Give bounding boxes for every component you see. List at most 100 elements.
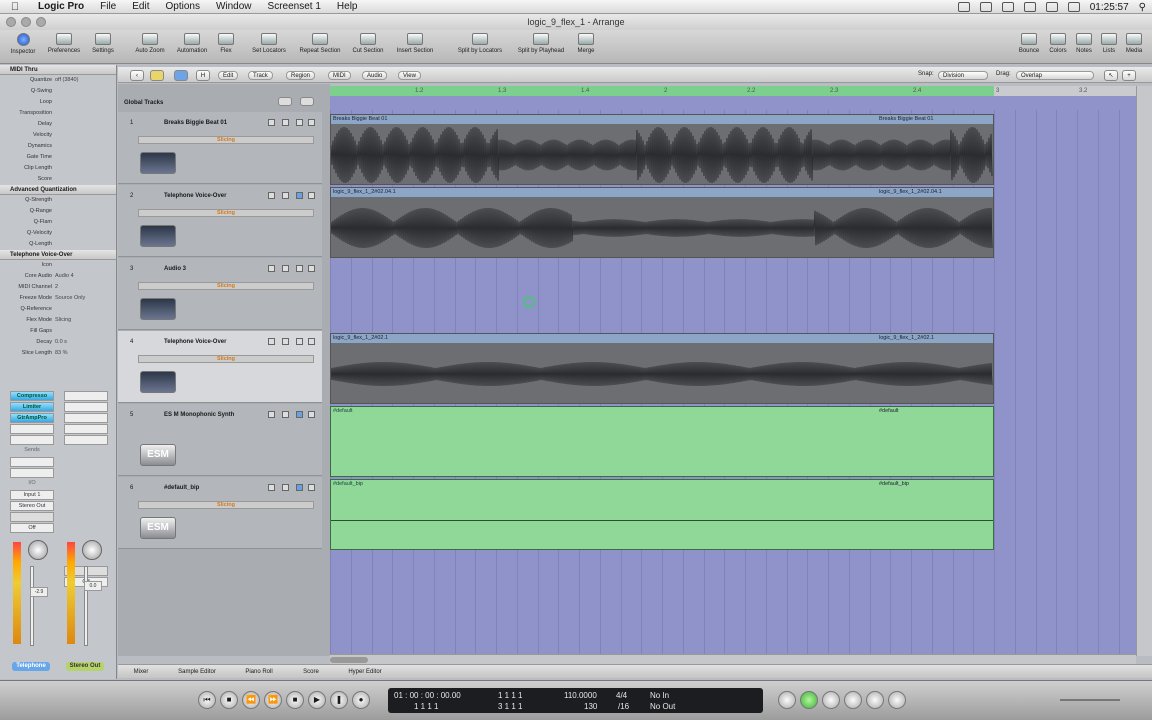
track-name[interactable]: Breaks Biggie Beat 01 [164, 120, 227, 126]
zoom-icon[interactable] [36, 17, 46, 27]
params2-row[interactable]: Q-Range [0, 206, 116, 217]
merge-button[interactable]: Merge [574, 33, 598, 54]
param-value[interactable]: Audio 4 [55, 271, 116, 282]
tab-hyper-editor[interactable]: Hyper Editor [334, 665, 396, 678]
menu-options[interactable]: Options [157, 0, 207, 14]
track-menu-button[interactable] [308, 411, 315, 418]
record-enable-button[interactable] [296, 411, 303, 418]
tab-piano-roll[interactable]: Piano Roll [230, 665, 288, 678]
stop-icon[interactable]: ■ [286, 691, 304, 709]
inspector-header-adv-quant[interactable]: Advanced Quantization [0, 185, 116, 195]
params3-row[interactable]: Icon [0, 260, 116, 271]
param-value[interactable] [55, 326, 116, 337]
mute-button[interactable] [268, 338, 275, 345]
menu-file[interactable]: File [92, 0, 124, 14]
solo-button[interactable] [282, 119, 289, 126]
params1-row[interactable]: Clip Length [0, 163, 116, 174]
params2-row[interactable]: Q-Velocity [0, 228, 116, 239]
record-enable-button[interactable] [296, 338, 303, 345]
back-icon[interactable]: ‹ [130, 70, 144, 81]
split-playhead-button[interactable]: Split by Playhead [512, 33, 570, 54]
params3-row[interactable]: Fill Gaps [0, 326, 116, 337]
params3-row[interactable]: Slice Length 83 % [0, 348, 116, 359]
params1-row[interactable]: Gate Time [0, 152, 116, 163]
inspector-header-track[interactable]: Telephone Voice-Over [0, 250, 116, 260]
track-name[interactable]: Audio 3 [164, 266, 186, 272]
inspector-button[interactable]: Inspector [8, 33, 38, 55]
solo-button[interactable] [282, 411, 289, 418]
track-menu-button[interactable] [308, 119, 315, 126]
param-value[interactable]: Slicing [55, 315, 116, 326]
apple-icon[interactable]:  [0, 1, 30, 13]
flex-mode-label[interactable]: Slicing [138, 209, 314, 217]
menu-track[interactable]: Track [248, 71, 273, 80]
region-audio[interactable]: logic_9_flex_1_2#02.1 logic_9_flex_1_2#02… [330, 333, 994, 404]
pan-knob[interactable] [82, 540, 102, 560]
tab-mixer[interactable]: Mixer [118, 665, 164, 678]
param-value[interactable] [55, 97, 116, 108]
mute-button[interactable] [268, 192, 275, 199]
plugin-slot-1[interactable]: Compresso [10, 391, 54, 401]
param-value[interactable] [55, 119, 116, 130]
transport-display[interactable]: 01 : 00 : 00 : 00.00 1 1 1 1 1 1 1 1 3 1… [388, 688, 763, 713]
plugin-slot-4[interactable] [10, 424, 54, 434]
solo-button[interactable] [282, 484, 289, 491]
pause-icon[interactable]: ❚ [330, 691, 348, 709]
repeat-section-button[interactable]: Repeat Section [296, 33, 344, 54]
menu-region[interactable]: Region [286, 71, 316, 80]
param-value[interactable] [55, 141, 116, 152]
param-value[interactable] [55, 228, 116, 239]
param-value[interactable]: Source Only [55, 293, 116, 304]
arrange-canvas[interactable]: Breaks Biggie Beat 01 Breaks Biggie Beat … [330, 96, 1136, 656]
params2-row[interactable]: Q-Strength [0, 195, 116, 206]
output-slot[interactable]: Stereo Out [10, 501, 54, 511]
param-value[interactable] [55, 108, 116, 119]
param-value[interactable]: 0.0 s [55, 337, 116, 348]
automation-button[interactable]: Automation [172, 33, 212, 54]
strip-name[interactable]: Stereo Out [66, 662, 104, 671]
param-value[interactable] [55, 152, 116, 163]
track-menu-button[interactable] [308, 338, 315, 345]
param-value[interactable] [55, 130, 116, 141]
menu-screenset[interactable]: Screenset 1 [260, 0, 329, 14]
params3-row[interactable]: Core Audio Audio 4 [0, 271, 116, 282]
params3-row[interactable]: Flex Mode Slicing [0, 315, 116, 326]
group-slot[interactable] [10, 512, 54, 522]
menu-help[interactable]: Help [329, 0, 366, 14]
add-track-icon[interactable] [278, 97, 292, 106]
lists-button[interactable]: Lists [1098, 33, 1120, 54]
menu-app[interactable]: Logic Pro [30, 0, 92, 14]
play-icon[interactable]: ▶ [308, 691, 326, 709]
params1-row[interactable]: Velocity [0, 130, 116, 141]
plugin-slot-3[interactable] [64, 413, 108, 423]
params3-row[interactable]: MIDI Channel 2 [0, 282, 116, 293]
plugin-slot-1[interactable] [64, 391, 108, 401]
preferences-button[interactable]: Preferences [44, 33, 84, 54]
params3-row[interactable]: Freeze Mode Source Only [0, 293, 116, 304]
params1-row[interactable]: Delay [0, 119, 116, 130]
params1-row[interactable]: Loop [0, 97, 116, 108]
track-header[interactable]: 1 Breaks Biggie Beat 01 Slicing [118, 112, 322, 184]
solo-button[interactable] [282, 338, 289, 345]
set-locators-button[interactable]: Set Locators [248, 33, 290, 54]
param-value[interactable] [55, 239, 116, 250]
param-value[interactable]: 2 [55, 282, 116, 293]
plugin-slot-2[interactable]: Limiter [10, 402, 54, 412]
track-header[interactable]: 6 #default_bip Slicing ESM [118, 477, 322, 549]
track-menu-button[interactable] [308, 484, 315, 491]
menu-view[interactable]: View [398, 71, 421, 80]
timemachine-icon[interactable] [1001, 2, 1014, 12]
flex-button[interactable]: Flex [216, 33, 236, 54]
low-latency-icon[interactable] [778, 691, 796, 709]
send-slot-2[interactable] [10, 468, 54, 478]
track-header[interactable]: 4 Telephone Voice-Over Slicing [118, 331, 322, 403]
region-audio[interactable]: logic_9_flex_1_2#02.04.1 logic_9_flex_1_2… [330, 187, 994, 258]
hide-icon[interactable]: H [196, 70, 210, 81]
scroll-thumb[interactable] [330, 657, 368, 663]
param-value[interactable] [55, 163, 116, 174]
clock[interactable]: 01:25:57 [1090, 2, 1129, 13]
solo-icon[interactable] [866, 691, 884, 709]
forward-icon[interactable]: ⏩ [264, 691, 282, 709]
track-menu-button[interactable] [308, 265, 315, 272]
link-icon[interactable] [150, 70, 164, 81]
